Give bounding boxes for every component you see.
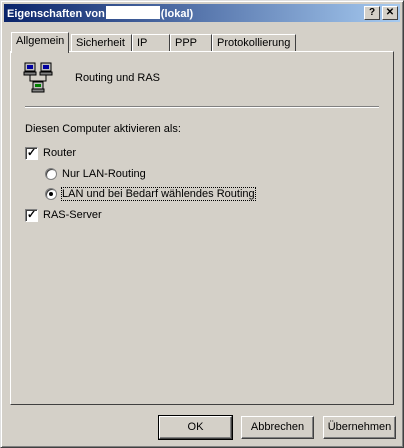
lan-demand-label[interactable]: LAN und bei Bedarf wählendes Routing	[61, 187, 256, 201]
router-checkbox[interactable]: ✓	[25, 147, 38, 160]
tab-allgemein[interactable]: Allgemein	[11, 32, 69, 53]
lan-only-radio[interactable]	[45, 168, 57, 180]
separator	[25, 106, 379, 108]
check-icon: ✓	[27, 209, 37, 221]
tab-sicherheit[interactable]: Sicherheit	[71, 34, 132, 52]
cancel-button[interactable]: Abbrechen	[241, 416, 314, 439]
check-icon: ✓	[27, 147, 37, 159]
tab-ppp[interactable]: PPP	[170, 34, 212, 52]
ok-button[interactable]: OK	[158, 415, 233, 440]
lan-demand-radio[interactable]	[45, 188, 57, 200]
tab-panel-allgemein: Routing und RAS Diesen Computer aktivier…	[10, 51, 394, 405]
ras-server-checkbox[interactable]: ✓	[25, 209, 38, 222]
title-suffix: (lokal)	[160, 8, 194, 20]
title-bar[interactable]: Eigenschaften von (lokal) ? ✕	[4, 4, 400, 22]
apply-button[interactable]: Übernehmen	[323, 416, 396, 439]
header-title: Routing und RAS	[75, 72, 160, 84]
router-label[interactable]: Router	[43, 147, 76, 159]
tab-protokollierung[interactable]: Protokollierung	[212, 34, 296, 52]
lan-only-label[interactable]: Nur LAN-Routing	[62, 168, 146, 180]
help-button[interactable]: ?	[364, 6, 380, 20]
network-computers-icon	[23, 62, 53, 93]
redacted-server-name	[105, 6, 160, 19]
radio-dot-icon	[49, 192, 53, 196]
tab-ip[interactable]: IP	[132, 34, 170, 52]
properties-dialog: Eigenschaften von (lokal) ? ✕ Allgemein S…	[0, 0, 404, 448]
title-prefix: Eigenschaften von	[7, 8, 105, 20]
window-title: Eigenschaften von (lokal)	[7, 6, 193, 20]
close-button[interactable]: ✕	[382, 6, 398, 20]
ras-server-label[interactable]: RAS-Server	[43, 209, 102, 221]
section-label: Diesen Computer aktivieren als:	[25, 123, 181, 135]
